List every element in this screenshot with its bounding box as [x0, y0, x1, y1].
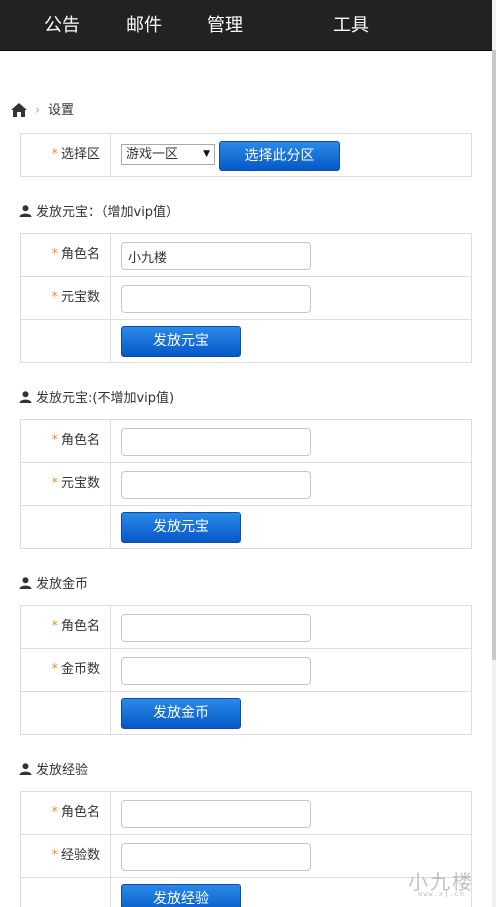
- role-name-label: * 角色名: [21, 234, 111, 276]
- section-title-gold: 发放金币: [19, 575, 88, 595]
- ingot-amount-label: * 元宝数: [21, 463, 111, 505]
- section-title-ingot-vip: 发放元宝：（增加vip值）: [19, 203, 179, 223]
- ingot-amount-input[interactable]: [121, 285, 311, 313]
- form-row: * 角色名: [21, 420, 471, 462]
- exp-amount-label: * 经验数: [21, 835, 111, 877]
- role-name-input[interactable]: [121, 428, 311, 456]
- watermark: 小九楼 www.xj.cn: [408, 870, 474, 898]
- grant-ingot-button[interactable]: 发放元宝: [121, 512, 241, 543]
- select-region-button[interactable]: 选择此分区: [219, 141, 340, 171]
- empty-label-cell: [21, 692, 111, 734]
- nav-item-manage[interactable]: 管理: [207, 0, 243, 50]
- region-select[interactable]: 游戏一区 ▼: [121, 144, 215, 165]
- user-icon: [19, 205, 32, 217]
- breadcrumb-current: 设置: [48, 103, 75, 118]
- role-name-label: * 角色名: [21, 420, 111, 462]
- ingot-amount-label: * 元宝数: [21, 277, 111, 319]
- grant-gold-button[interactable]: 发放金币: [121, 698, 241, 729]
- role-name-input[interactable]: [121, 242, 311, 270]
- nav-item-announcement[interactable]: 公告: [44, 0, 80, 50]
- exp-amount-input[interactable]: [121, 843, 311, 871]
- gold-amount-label: * 金币数: [21, 649, 111, 691]
- role-name-input[interactable]: [121, 800, 311, 828]
- region-row: * 选择区 游戏一区 ▼ 选择此分区: [21, 134, 471, 176]
- user-icon: [19, 577, 32, 589]
- grant-ingot-vip-button[interactable]: 发放元宝: [121, 326, 241, 357]
- region-form: * 选择区 游戏一区 ▼ 选择此分区: [20, 133, 472, 177]
- ingot-no-vip-form: * 角色名 * 元宝数 发放元宝: [20, 419, 472, 549]
- empty-label-cell: [21, 878, 111, 907]
- region-label: * 选择区: [21, 134, 111, 176]
- form-row: * 经验数: [21, 834, 471, 877]
- form-row: * 元宝数: [21, 462, 471, 505]
- user-icon: [19, 763, 32, 775]
- gold-form: * 角色名 * 金币数 发放金币: [20, 605, 472, 735]
- form-row: * 角色名: [21, 792, 471, 834]
- form-row: * 元宝数: [21, 276, 471, 319]
- section-title-ingot-no-vip: 发放元宝:(不增加vip值): [19, 389, 174, 409]
- empty-label-cell: [21, 320, 111, 362]
- form-row: 发放元宝: [21, 319, 471, 362]
- top-navbar: 公告 邮件 管理 工具: [0, 0, 492, 51]
- grant-exp-button[interactable]: 发放经验: [121, 884, 241, 907]
- scrollbar-thumb[interactable]: [492, 50, 496, 660]
- user-icon: [19, 391, 32, 403]
- nav-item-mail[interactable]: 邮件: [126, 0, 162, 50]
- dropdown-arrow-icon: ▼: [203, 149, 210, 159]
- home-icon[interactable]: [11, 103, 27, 117]
- ingot-amount-input[interactable]: [121, 471, 311, 499]
- ingot-vip-form: *角色名 *元宝数 发放元宝: [20, 233, 472, 363]
- section-title-exp: 发放经验: [19, 761, 88, 781]
- role-name-input[interactable]: [121, 614, 311, 642]
- form-row: * 金币数: [21, 648, 471, 691]
- form-row: * 角色名: [21, 606, 471, 648]
- form-row: * 角色名: [21, 234, 471, 276]
- chevron-right-icon: ›: [35, 103, 41, 118]
- scrollbar[interactable]: [492, 0, 496, 907]
- form-row: 发放金币: [21, 691, 471, 734]
- role-name-label: * 角色名: [21, 792, 111, 834]
- required-mark: *: [51, 147, 58, 162]
- nav-item-tools[interactable]: 工具: [333, 0, 369, 50]
- form-row: 发放经验: [21, 877, 471, 907]
- gold-amount-input[interactable]: [121, 657, 311, 685]
- exp-form: * 角色名 * 经验数 发放经验: [20, 791, 472, 907]
- form-row: 发放元宝: [21, 505, 471, 548]
- role-name-label: * 角色名: [21, 606, 111, 648]
- empty-label-cell: [21, 506, 111, 548]
